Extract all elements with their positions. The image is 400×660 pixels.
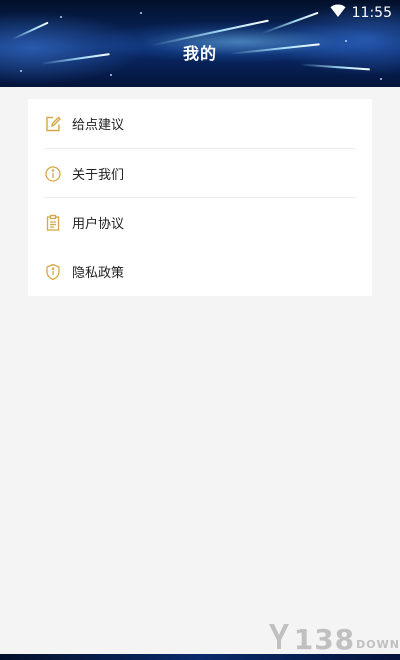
light-streak [300, 63, 370, 71]
light-streak [11, 21, 49, 41]
star-dot [60, 16, 62, 18]
info-circle-icon [44, 165, 62, 183]
menu-item-label: 给点建议 [72, 118, 125, 133]
menu-item-feedback[interactable]: 给点建议 [28, 99, 372, 148]
watermark-suffix: DOWN [356, 638, 400, 651]
clipboard-icon [44, 214, 62, 232]
star-dot [380, 78, 382, 80]
watermark-logo: 138 DOWN [268, 624, 400, 654]
menu-item-about[interactable]: 关于我们 [28, 149, 372, 198]
menu-item-user-agreement[interactable]: 用户协议 [28, 198, 372, 247]
watermark-main: 138 [293, 623, 356, 656]
status-time: 11:55 [351, 5, 392, 21]
bottom-strip [0, 654, 400, 660]
menu-card: 给点建议 关于我们 用户协议 隐私政策 [28, 99, 372, 296]
wifi-icon [330, 4, 346, 22]
menu-item-label: 用户协议 [72, 217, 125, 232]
star-dot [20, 70, 22, 72]
edit-icon [44, 115, 62, 133]
light-streak [261, 11, 319, 35]
menu-item-label: 关于我们 [72, 168, 125, 183]
menu-item-label: 隐私政策 [72, 266, 125, 281]
menu-item-privacy-policy[interactable]: 隐私政策 [28, 247, 372, 296]
star-dot [140, 12, 142, 14]
page-title: 我的 [182, 44, 217, 63]
watermark-logo-icon [268, 622, 290, 654]
header-banner: 11:55 我的 [0, 0, 400, 87]
star-dot [110, 74, 112, 76]
status-bar: 11:55 [330, 3, 392, 23]
shield-icon [44, 263, 62, 281]
